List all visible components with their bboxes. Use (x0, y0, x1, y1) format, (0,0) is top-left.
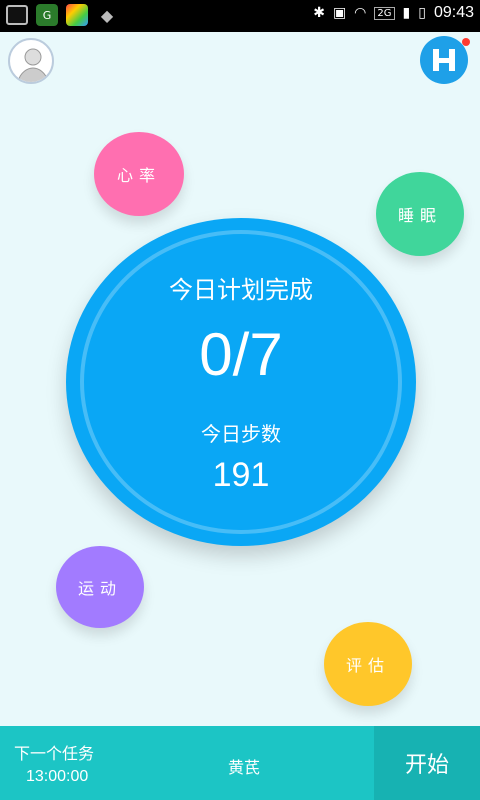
plan-title: 今日计划完成 (169, 276, 313, 304)
next-task-name: 黄芪 (228, 758, 261, 777)
plan-value: 0/7 (199, 321, 283, 388)
bluetooth-icon: ✱ (313, 5, 325, 21)
wifi-icon: ◠ (354, 5, 367, 21)
app-logo-button[interactable] (420, 36, 468, 84)
android-icon: ◆ (96, 4, 118, 26)
next-task-label: 下一个任务 (14, 744, 95, 763)
status-bar: G ◆ ✱ ▣ ◠ 2G ▮ ▯ 09:43 (0, 0, 480, 32)
user-avatar-icon (17, 48, 49, 82)
volume-icon: ▣ (332, 5, 347, 21)
h-logo-icon (433, 49, 455, 71)
steps-title: 今日步数 (201, 422, 281, 446)
heart-rate-bubble[interactable]: 心率 (94, 132, 184, 216)
status-time: 09:43 (433, 4, 474, 21)
status-left-icons: G ◆ (6, 4, 118, 26)
network-type: 2G (374, 6, 395, 20)
sleep-bubble[interactable]: 睡眠 (376, 172, 464, 256)
app-icon: G (36, 4, 58, 26)
app-icon (66, 4, 88, 26)
status-right-icons: ✱ ▣ ◠ 2G ▮ ▯ 09:43 (313, 4, 474, 22)
exercise-bubble[interactable]: 运动 (56, 546, 144, 628)
camera-icon (6, 5, 28, 25)
bottom-task-bar: 下一个任务 13:00:00 黄芪 开始 (0, 726, 480, 800)
notification-dot (462, 38, 470, 46)
start-button[interactable]: 开始 (374, 726, 480, 800)
sim-icon: ▮ (402, 5, 411, 21)
battery-icon: ▯ (418, 5, 426, 21)
steps-value: 191 (212, 456, 270, 494)
user-avatar-button[interactable] (8, 38, 54, 84)
next-task-time: 13:00:00 (26, 768, 89, 785)
assessment-bubble[interactable]: 评估 (324, 622, 412, 706)
